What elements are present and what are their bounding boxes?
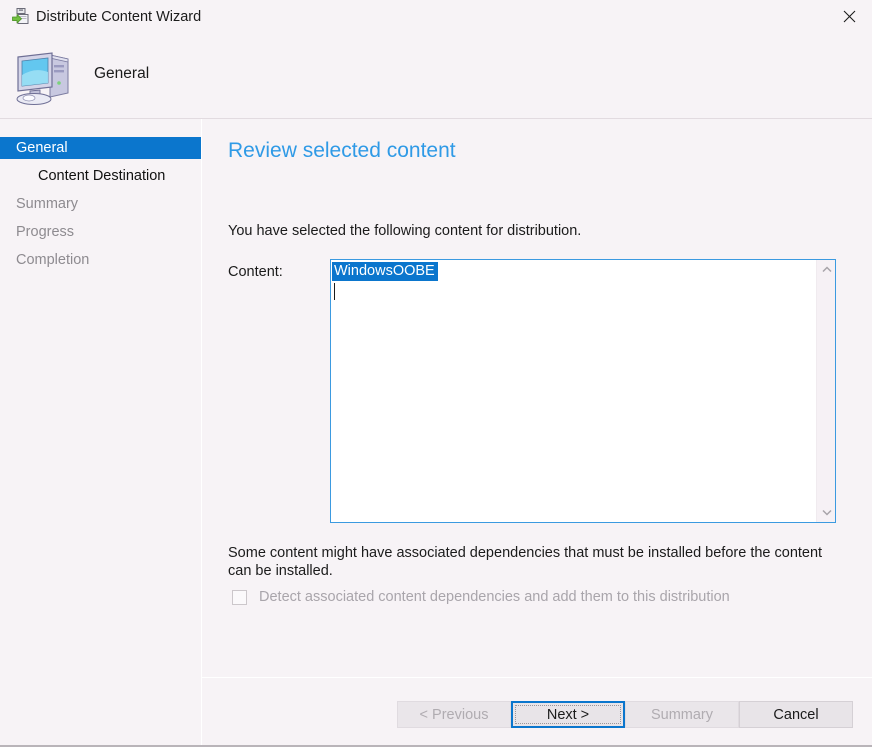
sidebar-item-label: Completion (16, 252, 90, 268)
content-label: Content: (228, 264, 283, 280)
summary-button[interactable]: Summary (625, 701, 739, 728)
wizard-header: General (0, 33, 872, 118)
wizard-content-pane: Review selected content You have selecte… (202, 119, 872, 747)
sidebar-item-summary[interactable]: Summary (0, 193, 201, 215)
button-bar: < Previous Next > Summary Cancel (0, 678, 872, 747)
detect-dependencies-checkbox[interactable]: Detect associated content dependencies a… (232, 589, 730, 605)
title-bar: Distribute Content Wizard (0, 0, 872, 33)
previous-button[interactable]: < Previous (397, 701, 511, 728)
content-listbox-items: WindowsOOBE (331, 260, 816, 522)
intro-text: You have selected the following content … (228, 223, 582, 239)
detect-dependencies-label: Detect associated content dependencies a… (259, 589, 730, 605)
sidebar-item-label: General (16, 140, 68, 156)
dependency-note: Some content might have associated depen… (228, 545, 823, 579)
content-listbox[interactable]: WindowsOOBE (330, 259, 836, 523)
checkbox-box-icon (232, 589, 247, 605)
computer-icon (10, 45, 76, 107)
sidebar-item-label: Progress (16, 224, 75, 240)
next-button[interactable]: Next > (511, 701, 625, 728)
next-button-label: Next > (546, 706, 590, 723)
page-title: Review selected content (228, 139, 456, 162)
close-icon[interactable] (826, 0, 872, 32)
sidebar-item-general[interactable]: General (0, 137, 201, 159)
text-caret (334, 283, 335, 300)
header-step-title: General (94, 65, 150, 82)
list-item-label: WindowsOOBE (332, 262, 438, 281)
cancel-button[interactable]: Cancel (739, 701, 853, 728)
chevron-up-icon[interactable] (817, 260, 836, 279)
sidebar-item-label: Summary (16, 196, 79, 212)
sidebar-item-label: Content Destination (38, 168, 166, 184)
list-item[interactable]: WindowsOOBE (332, 262, 816, 281)
sidebar-item-content-destination[interactable]: Content Destination (0, 165, 201, 187)
chevron-down-icon[interactable] (817, 503, 836, 522)
window-title: Distribute Content Wizard (36, 9, 202, 25)
content-listbox-scrollbar[interactable] (816, 260, 835, 522)
sidebar-item-completion[interactable]: Completion (0, 249, 201, 271)
wizard-navigation: General Content Destination Summary Prog… (0, 119, 201, 747)
distribute-content-icon (12, 8, 30, 26)
sidebar-item-progress[interactable]: Progress (0, 221, 201, 243)
